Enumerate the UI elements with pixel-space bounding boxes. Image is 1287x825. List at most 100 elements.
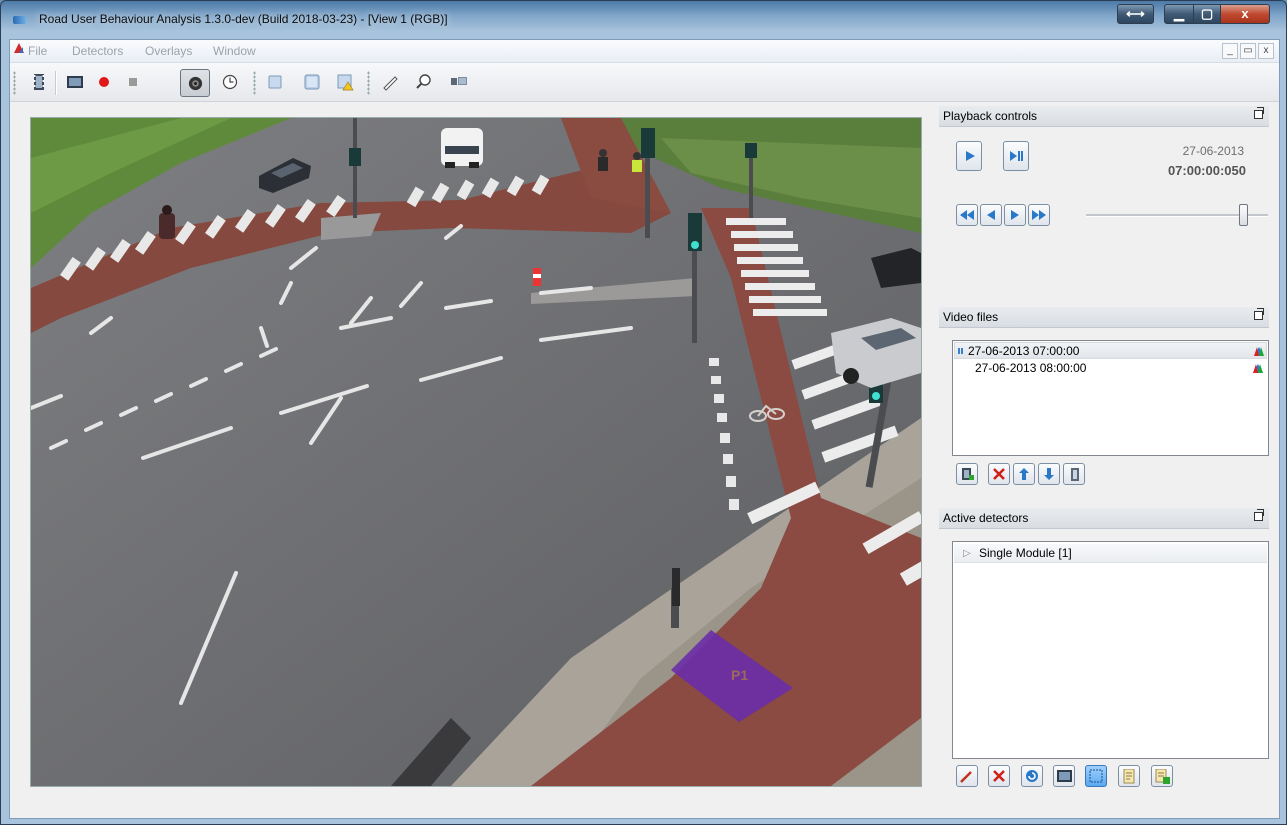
delete-icon [993, 770, 1005, 782]
fast-forward-button[interactable] [1028, 204, 1050, 226]
video-view[interactable]: P1 [30, 117, 922, 787]
client-area: File Detectors Overlays Window _ ▭ x P1 … [9, 39, 1280, 819]
step-forward-small-icon [1011, 210, 1019, 220]
video-files-list[interactable]: 27-06-2013 07:00:00 27-06-2013 08:00:00 [952, 340, 1269, 456]
menu-bar: File Detectors Overlays Window _ ▭ x [10, 40, 1279, 63]
detectors-panel-title: Active detectors [943, 511, 1029, 525]
expand-arrow-icon[interactable]: ▷ [963, 544, 971, 563]
app-icon [13, 16, 26, 24]
add-video-button[interactable] [956, 463, 978, 485]
move-up-button[interactable] [1013, 463, 1035, 485]
video-file-label: 27-06-2013 08:00:00 [975, 361, 1087, 375]
select-region-button[interactable] [1085, 765, 1107, 787]
playback-slider-track[interactable] [1086, 204, 1268, 226]
float-panel-icon[interactable] [1254, 509, 1264, 521]
zone-p1-label: P1 [731, 667, 748, 683]
pause-icon [958, 348, 960, 354]
camera-button[interactable] [180, 69, 210, 97]
warning-image-icon[interactable] [336, 73, 354, 91]
toolbar-grip[interactable] [13, 71, 16, 95]
title-bar[interactable]: Road User Behaviour Analysis 1.3.0-dev (… [1, 1, 1286, 37]
float-panel-icon[interactable] [1254, 308, 1264, 320]
status-bar [10, 799, 1279, 818]
delete-icon [993, 468, 1005, 480]
document-icon[interactable] [14, 43, 24, 53]
mdi-minimize-button[interactable]: _ [1222, 43, 1238, 59]
record-icon[interactable] [95, 73, 113, 91]
toolbar-grip[interactable] [367, 71, 370, 95]
document-icon [1123, 769, 1135, 784]
video-file-row[interactable]: 27-06-2013 08:00:00 [954, 360, 1267, 377]
detector-notes-button[interactable] [1118, 765, 1140, 787]
toolbar [10, 63, 1279, 102]
mdi-restore-button[interactable]: ▭ [1240, 43, 1256, 59]
toolbar-separator [55, 71, 57, 95]
layers-icon[interactable] [303, 73, 321, 91]
menu-detectors[interactable]: Detectors [72, 44, 123, 58]
film-small-icon [1071, 468, 1079, 481]
remove-video-button[interactable] [988, 463, 1010, 485]
float-panel-icon[interactable] [1254, 107, 1264, 119]
clock-icon[interactable] [221, 73, 239, 91]
maximize-button[interactable]: ▢ [1193, 4, 1221, 24]
play-icon [966, 151, 975, 161]
detector-view-button[interactable] [1053, 765, 1075, 787]
video-files-panel-title: Video files [943, 310, 999, 324]
step-back-icon [987, 210, 995, 220]
playback-slider-handle[interactable] [1239, 204, 1248, 226]
close-button[interactable]: x [1220, 4, 1270, 24]
refresh-icon [1026, 770, 1038, 782]
zoom-icon[interactable] [415, 73, 433, 91]
mdi-close-button[interactable]: x [1258, 43, 1274, 59]
remove-detector-button[interactable] [988, 765, 1010, 787]
fast-rewind-icon [960, 210, 974, 220]
document-add-icon [1155, 769, 1170, 784]
reset-detector-button[interactable] [1021, 765, 1043, 787]
arrow-up-icon [1019, 468, 1029, 480]
square-icon[interactable] [266, 73, 284, 91]
application-window: Road User Behaviour Analysis 1.3.0-dev (… [0, 0, 1287, 825]
edit-detector-button[interactable] [956, 765, 978, 787]
menu-window[interactable]: Window [213, 44, 256, 58]
move-down-button[interactable] [1038, 463, 1060, 485]
image-icon[interactable] [66, 73, 84, 91]
film-add-icon [962, 468, 974, 480]
camera-icon [188, 76, 203, 91]
playback-panel-header[interactable]: Playback controls [939, 106, 1269, 127]
minimize-button[interactable]: ▁ [1164, 4, 1194, 24]
detector-item[interactable]: ▷ Single Module [1] [954, 544, 1267, 563]
film-icon[interactable] [30, 73, 48, 91]
video-file-row[interactable]: 27-06-2013 07:00:00 [954, 342, 1267, 359]
fast-rewind-button[interactable] [956, 204, 978, 226]
stop-icon[interactable] [124, 73, 142, 91]
step-forward-icon [1010, 151, 1023, 161]
detectors-panel-header[interactable]: Active detectors [939, 508, 1269, 529]
intersection-video-frame[interactable]: P1 [31, 118, 921, 786]
fast-forward-icon [1032, 210, 1046, 220]
step-play-button[interactable] [1003, 141, 1029, 171]
display-icon[interactable] [450, 73, 468, 91]
add-detector-button[interactable] [1151, 765, 1173, 787]
selection-icon [1089, 769, 1103, 783]
arrow-down-icon [1044, 468, 1054, 480]
window-title: Road User Behaviour Analysis 1.3.0-dev (… [39, 12, 448, 26]
video-file-label: 27-06-2013 07:00:00 [968, 344, 1080, 358]
measure-icon[interactable] [381, 73, 399, 91]
playback-time: 07:00:00:050 [1167, 163, 1246, 178]
pencil-icon [960, 771, 972, 783]
rgb-icon [1253, 364, 1263, 373]
playback-panel-title: Playback controls [943, 109, 1038, 123]
rgb-icon [1254, 347, 1264, 356]
detectors-tree[interactable]: ▷ Single Module [1] [952, 541, 1269, 759]
detector-label: Single Module [1] [979, 546, 1072, 560]
menu-overlays[interactable]: Overlays [145, 44, 192, 58]
play-button[interactable] [956, 141, 982, 171]
screen-icon [1057, 770, 1072, 782]
step-forward-button[interactable] [1004, 204, 1026, 226]
toolbar-grip[interactable] [253, 71, 256, 95]
menu-file[interactable]: File [28, 44, 47, 58]
step-back-button[interactable] [980, 204, 1002, 226]
video-files-panel-header[interactable]: Video files [939, 307, 1269, 328]
resize-button[interactable]: ⟷ [1117, 4, 1154, 24]
video-info-button[interactable] [1063, 463, 1085, 485]
